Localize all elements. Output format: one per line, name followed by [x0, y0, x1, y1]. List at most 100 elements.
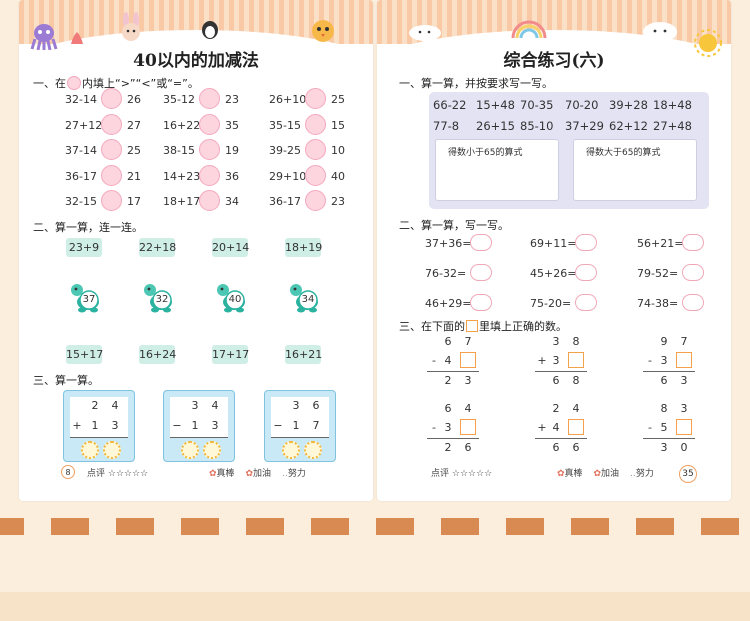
cloud-answer-box[interactable]: [682, 294, 704, 311]
calc-digit: 3: [111, 419, 119, 432]
match-expression-bottom[interactable]: 15+17: [66, 345, 103, 364]
calc-paper: 3 6 −1 7: [271, 397, 329, 437]
calc-answer-ring[interactable]: [181, 441, 199, 459]
fill-expression: 75-20=: [530, 297, 572, 310]
right-page: 综合练习(六) 一、算一算，并按要求写一写。 66-22 15+48 70-35 70…: [377, 0, 731, 501]
bird-icon: [312, 20, 334, 42]
vert-digit: 6: [444, 402, 452, 415]
match-expression-top[interactable]: 18+19: [285, 238, 322, 257]
turtle-answer[interactable]: 34: [287, 280, 321, 314]
answer-box-greater[interactable]: 得数大于65的算式: [573, 139, 697, 201]
section3-title: 三、算一算。: [33, 374, 99, 387]
compare-left-expr: 36-17: [269, 195, 301, 208]
compare-right-value: 21: [127, 169, 141, 183]
compare-right-value: 27: [127, 118, 141, 132]
compare-answer-circle[interactable]: [101, 139, 122, 160]
cloud-answer-box[interactable]: [682, 264, 704, 281]
page-number: 8: [61, 465, 75, 479]
compare-left-expr: 38-15: [163, 144, 195, 157]
answer-box-less[interactable]: 得数小于65的算式: [435, 139, 559, 201]
cloud-answer-box[interactable]: [470, 264, 492, 281]
compare-right-value: 26: [127, 93, 141, 106]
vert-digit: 2: [552, 402, 560, 415]
compare-answer-circle[interactable]: [305, 88, 326, 109]
blank-answer-box[interactable]: [568, 352, 584, 368]
turtle-answer[interactable]: 37: [68, 280, 102, 314]
compare-answer-circle[interactable]: [199, 190, 220, 211]
vert-digit: 6: [444, 335, 452, 348]
match-expression-bottom[interactable]: 16+24: [139, 345, 176, 364]
stripe-block: [0, 518, 24, 535]
vert-line: [643, 438, 695, 439]
compare-answer-circle[interactable]: [101, 190, 122, 211]
compare-answer-circle[interactable]: [199, 164, 220, 186]
cloud-answer-box[interactable]: [575, 294, 597, 311]
turtle-answer[interactable]: 32: [141, 280, 175, 314]
fill-expression: 37+36=: [425, 237, 472, 250]
rating-stars[interactable]: ☆☆☆☆☆: [108, 469, 148, 479]
vert-digit: 8: [572, 335, 580, 348]
cloud-icon: [409, 25, 441, 41]
calc-line: [70, 437, 128, 438]
match-expression-bottom[interactable]: 17+17: [212, 345, 249, 364]
calc-operator: −: [172, 419, 182, 432]
cloud-answer-box[interactable]: [575, 234, 597, 251]
vert-line: [643, 371, 695, 372]
calc-digit: 3: [292, 399, 300, 412]
calc-paper: 2 4 +1 3: [70, 397, 128, 437]
section1-title: 一、算一算，并按要求写一写。: [399, 77, 553, 90]
calc-answer-ring[interactable]: [304, 441, 322, 459]
vert-digit: 3: [660, 354, 668, 367]
compare-answer-circle[interactable]: [199, 88, 220, 109]
match-expression-bottom[interactable]: 16+21: [285, 345, 322, 364]
calc-digit: 1: [91, 419, 99, 432]
calc-digit: 2: [91, 399, 99, 412]
turtle-answer[interactable]: 40: [214, 280, 248, 314]
calc-answer-ring[interactable]: [282, 441, 300, 459]
cloud-answer-box[interactable]: [470, 234, 492, 251]
calc-answer-ring[interactable]: [81, 441, 99, 459]
cloud-answer-box[interactable]: [575, 264, 597, 281]
rating-options: ✿真棒 ✿加油 ‥努力: [557, 469, 654, 479]
stripe-block: [116, 518, 154, 535]
blank-answer-box[interactable]: [568, 419, 584, 435]
rating-stars[interactable]: ☆☆☆☆☆: [452, 469, 492, 479]
stripe-block: [636, 518, 674, 535]
vert-digit: 6: [572, 441, 580, 454]
calc-digit: 3: [191, 399, 199, 412]
blank-answer-box[interactable]: [460, 419, 476, 435]
vert-digit: 2: [444, 374, 452, 387]
compare-answer-circle[interactable]: [305, 164, 326, 186]
compare-answer-circle[interactable]: [199, 139, 220, 160]
page-title: 40以内的加减法: [133, 51, 259, 71]
match-expression-top[interactable]: 20+14: [212, 238, 249, 257]
vert-digit: 0: [680, 441, 688, 454]
expression-item: 27+48: [653, 119, 692, 133]
blank-answer-box[interactable]: [676, 419, 692, 435]
compare-answer-circle[interactable]: [199, 113, 220, 135]
vert-digit: 6: [552, 441, 560, 454]
stripe-block: [701, 518, 739, 535]
blank-answer-box[interactable]: [676, 352, 692, 368]
compare-answer-circle[interactable]: [101, 88, 122, 109]
compare-answer-circle[interactable]: [305, 190, 326, 211]
match-expression-top[interactable]: 22+18: [139, 238, 176, 257]
compare-left-expr: 39-25: [269, 144, 301, 157]
compare-answer-circle[interactable]: [305, 139, 326, 160]
expression-item: 70-35: [520, 98, 554, 112]
vertical-calc-card: 3 4−1 3: [163, 390, 235, 462]
compare-answer-circle[interactable]: [305, 113, 326, 135]
vert-digit: 3: [552, 335, 560, 348]
cloud-answer-box[interactable]: [682, 234, 704, 251]
compare-answer-circle[interactable]: [101, 113, 122, 135]
calc-answer-ring[interactable]: [203, 441, 221, 459]
stripe-block: [311, 518, 349, 535]
rainbow-icon: [511, 20, 547, 39]
expression-item: 18+48: [653, 98, 692, 112]
cloud-answer-box[interactable]: [470, 294, 492, 311]
compare-answer-circle[interactable]: [101, 164, 122, 186]
calc-answer-ring[interactable]: [103, 441, 121, 459]
match-expression-top[interactable]: 23+9: [66, 238, 102, 257]
stripe-block: [246, 518, 284, 535]
blank-answer-box[interactable]: [460, 352, 476, 368]
